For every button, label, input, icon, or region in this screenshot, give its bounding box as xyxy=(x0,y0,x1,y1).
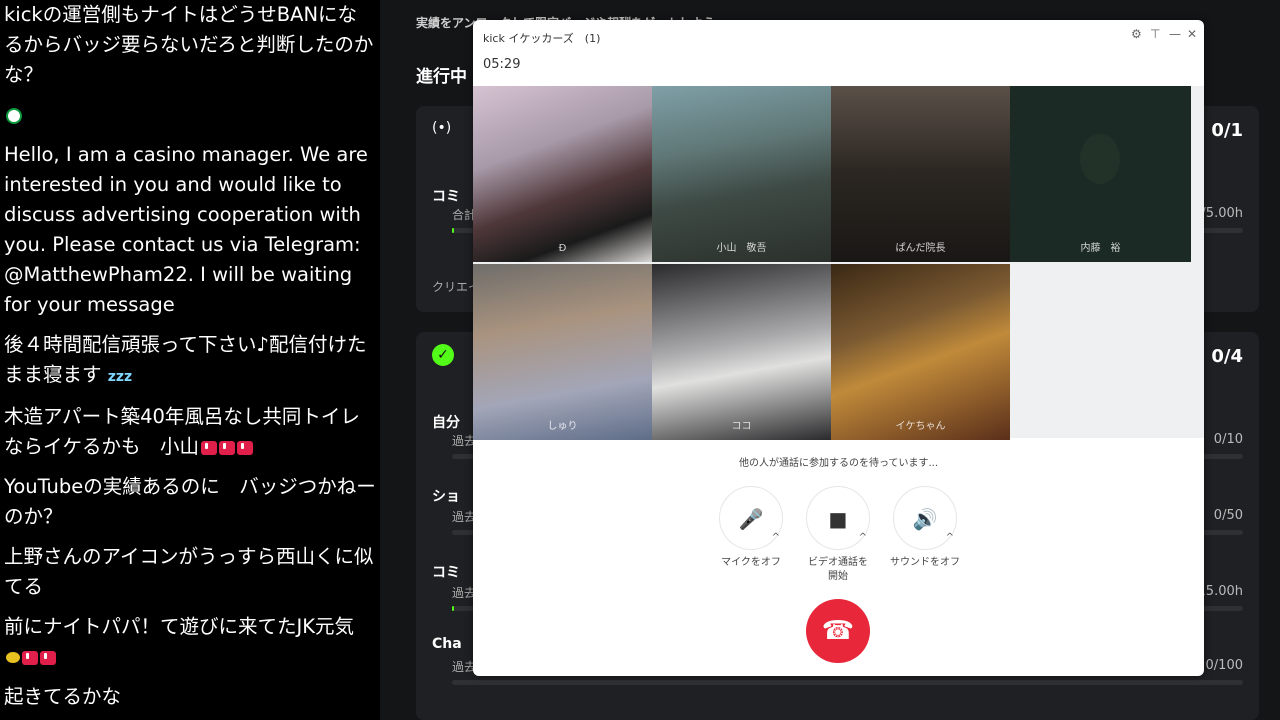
red-emote-icon xyxy=(40,650,56,665)
red-emote-icon xyxy=(219,440,236,455)
hang-up-icon: ☎ xyxy=(821,616,855,646)
verified-check-icon: ✓ xyxy=(432,344,454,366)
waiting-message: 他の人が通話に参加するのを待っています... xyxy=(738,458,939,469)
live-icon: (•) xyxy=(432,120,452,136)
achievement-row-label: 自分 xyxy=(432,415,460,431)
chevron-up-icon[interactable]: ^ xyxy=(946,532,954,543)
participant-name: 小山 敬吾 xyxy=(716,243,767,254)
chat-message: Hello, I am a casino manager. We are int… xyxy=(4,143,368,316)
chat-message-text: 後４時間配信頑張って下さい♪配信付けたまま寝ます xyxy=(4,333,367,386)
chat-message-text: 前にナイトパパ！て遊びに来てたJK元気 xyxy=(4,615,355,638)
achievement-row-value: 0/50 xyxy=(1213,508,1243,523)
mic-toggle-button[interactable]: 🎤 ^ xyxy=(719,486,783,550)
end-call-button[interactable]: ☎ xyxy=(806,599,870,663)
video-label-line2: 開始 xyxy=(828,571,848,582)
chat-message: 起きてるかな xyxy=(4,685,122,708)
settings-icon[interactable]: ⚙ xyxy=(1131,27,1142,41)
participant-video[interactable]: ココ xyxy=(652,264,831,440)
pin-icon[interactable]: ⊤ xyxy=(1150,27,1160,41)
chat-message-text: 木造アパート築40年風呂なし共同トイレならイケるかも 小山 xyxy=(4,405,360,458)
chat-message: 前にナイトパパ！て遊びに来てたJK元気 xyxy=(0,612,380,672)
call-window-title: kick イケッカーズ (1) xyxy=(483,32,601,45)
sound-label: サウンドをオフ xyxy=(890,557,960,568)
chat-panel: kickの運営側もナイトはどうせBANになるからバッジ要らないだろと判断したのか… xyxy=(0,0,380,720)
achievement-row-value: 0/100 xyxy=(1205,658,1243,673)
minimize-icon[interactable]: — xyxy=(1169,27,1181,41)
chat-message: YouTubeの実績あるのに バッジつかねーのか？ xyxy=(4,475,376,528)
call-timer: 05:29 xyxy=(483,57,521,72)
participant-video[interactable]: ぱんだ院長 xyxy=(831,86,1010,262)
participant-video[interactable]: 小山 敬吾 xyxy=(652,86,831,262)
participant-video[interactable]: しゅり xyxy=(473,264,652,440)
speaker-icon: 🔊 xyxy=(912,507,938,531)
red-emote-icon xyxy=(201,440,218,455)
achievement-row-label: Cha xyxy=(432,636,462,652)
video-label-line1: ビデオ通話を xyxy=(808,557,868,568)
achievement-row-value: 15.00h xyxy=(1197,584,1243,599)
participant-name: ココ xyxy=(731,421,752,432)
participant-grid: Đ 小山 敬吾 ぱんだ院長 内藤 裕 しゅり ココ イケちゃん xyxy=(473,86,1204,440)
achievement-row-label: ショ xyxy=(432,489,460,505)
chevron-up-icon[interactable]: ^ xyxy=(772,532,780,543)
chat-message: 後４時間配信頑張って下さい♪配信付けたまま寝ます zzz xyxy=(0,330,380,392)
panda-emote-icon xyxy=(6,107,22,124)
red-emote-icon xyxy=(237,440,254,455)
chat-message: kickの運営側もナイトはどうせBANになるからバッジ要らないだろと判断したのか… xyxy=(4,3,374,86)
achievement-row-value: 0/10 xyxy=(1213,432,1243,447)
chat-message: 上野さんのアイコンがうっすら西山くに似てる xyxy=(4,545,374,598)
progress-bar xyxy=(452,680,1243,685)
video-control: ■ ^ ビデオ通話を 開始 xyxy=(798,486,878,584)
microphone-icon: 🎤 xyxy=(738,507,764,531)
mic-label: マイクをオフ xyxy=(721,557,781,568)
participant-video[interactable]: 内藤 裕 xyxy=(1010,86,1191,262)
video-label: ビデオ通話を 開始 xyxy=(798,556,878,584)
mic-control: 🎤 ^ マイクをオフ xyxy=(711,486,791,570)
chat-message-emote xyxy=(0,100,380,130)
achievement-row-value: /5.00h xyxy=(1201,206,1243,221)
chat-message: 木造アパート築40年風呂なし共同トイレならイケるかも 小山 xyxy=(0,402,380,462)
participant-video[interactable]: イケちゃん xyxy=(831,264,1010,440)
achievement-row-label: コミ xyxy=(432,189,460,205)
sound-toggle-button[interactable]: 🔊 ^ xyxy=(893,486,957,550)
video-camera-icon: ■ xyxy=(828,507,848,531)
participant-name: Đ xyxy=(558,243,567,254)
chevron-up-icon[interactable]: ^ xyxy=(859,532,867,543)
in-progress-heading: 進行中 xyxy=(416,67,467,87)
red-emote-icon xyxy=(22,650,38,665)
duck-emote-icon xyxy=(6,652,20,663)
participant-name: ぱんだ院長 xyxy=(895,243,946,254)
video-toggle-button[interactable]: ■ ^ xyxy=(806,486,870,550)
achievement-row-label: コミ xyxy=(432,565,460,581)
participant-name: イケちゃん xyxy=(895,421,946,432)
participant-name: しゅり xyxy=(547,421,578,432)
achievement-count: 0/4 xyxy=(1211,346,1243,367)
sound-control: 🔊 ^ サウンドをオフ xyxy=(885,486,965,570)
avatar-placeholder-icon xyxy=(1080,134,1120,184)
achievement-count: 0/1 xyxy=(1211,120,1243,141)
group-call-window[interactable]: kick イケッカーズ (1) 05:29 ⚙ ⊤ — ✕ Đ 小山 敬吾 ぱん… xyxy=(473,20,1204,676)
close-icon[interactable]: ✕ xyxy=(1187,27,1197,41)
participant-name: 内藤 裕 xyxy=(1080,243,1121,254)
participant-video[interactable]: Đ xyxy=(473,86,652,262)
sleep-emote-icon: zzz xyxy=(107,369,133,385)
